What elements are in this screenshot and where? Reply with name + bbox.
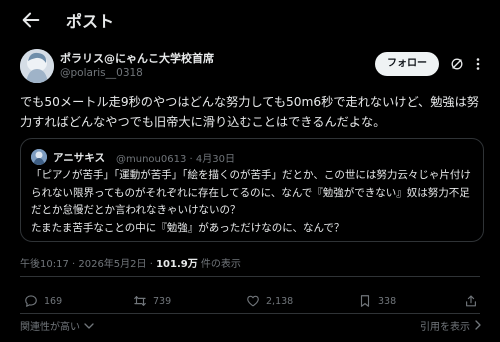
author-handle[interactable]: @polaris__0318 xyxy=(60,67,143,79)
more-icon[interactable] xyxy=(472,57,484,71)
like-count: 2,138 xyxy=(266,295,294,307)
view-quotes-link[interactable]: 引用を表示 xyxy=(420,318,482,333)
quoted-post[interactable]: アニサキス @munou0613 · 4月30日 「ピアノが苦手」「運動が苦手」… xyxy=(20,138,484,242)
divider xyxy=(20,313,480,314)
heart-icon xyxy=(247,295,259,307)
reply-button[interactable]: 169 xyxy=(24,290,62,312)
share-icon xyxy=(466,295,476,307)
avatar[interactable] xyxy=(20,49,54,83)
quote-text: 「ピアノが苦手」「運動が苦手」「絵を描くのが苦手」だとか、この世には努力云々じゃ… xyxy=(31,169,471,234)
action-bar: 169 739 2,138 338 xyxy=(20,290,480,312)
sort-label: 関連性が高い xyxy=(20,322,80,333)
author-name[interactable]: ポラリス@にゃんこ大学校首席 xyxy=(60,50,214,66)
reply-count: 169 xyxy=(44,295,63,307)
post-text: でも50メートル走9秒のやつはどんな努力しても50m6秒で走れないけど、勉強は努… xyxy=(20,95,479,129)
like-button[interactable]: 2,138 xyxy=(246,290,293,312)
quote-author-name: アニサキス xyxy=(53,152,105,164)
quote-avatar xyxy=(31,149,47,165)
sort-selector[interactable]: 関連性が高い xyxy=(20,318,94,333)
timestamp-text: 午後10:17 · 2026年5月2日 · xyxy=(20,259,157,270)
views-count: 101.9万 xyxy=(156,259,198,270)
chevron-down-icon xyxy=(84,323,94,329)
divider xyxy=(20,276,480,277)
chevron-right-icon xyxy=(475,320,481,330)
follow-button[interactable]: フォロー xyxy=(375,52,439,76)
quote-meta: @munou0613 · 4月30日 xyxy=(116,154,235,165)
repost-button[interactable]: 739 xyxy=(133,290,171,312)
reply-icon xyxy=(25,295,37,307)
bookmark-icon xyxy=(360,295,370,307)
views-suffix: 件の表示 xyxy=(197,259,241,270)
repost-count: 739 xyxy=(153,295,172,307)
top-bar: ポスト xyxy=(0,0,500,40)
bookmark-button[interactable]: 338 xyxy=(358,290,396,312)
arrow-left-icon[interactable] xyxy=(20,9,42,31)
view-quotes-label: 引用を表示 xyxy=(420,322,470,333)
page-title: ポスト xyxy=(66,12,115,31)
bookmark-count: 338 xyxy=(378,295,397,307)
post-author: ポラリス@にゃんこ大学校首席 @polaris__0318 フォロー xyxy=(20,46,480,86)
grok-icon[interactable] xyxy=(450,57,464,71)
post-timestamp: 午後10:17 · 2026年5月2日 · 101.9万 件の表示 xyxy=(20,255,241,270)
share-button[interactable] xyxy=(464,290,478,312)
repost-icon xyxy=(134,296,146,306)
